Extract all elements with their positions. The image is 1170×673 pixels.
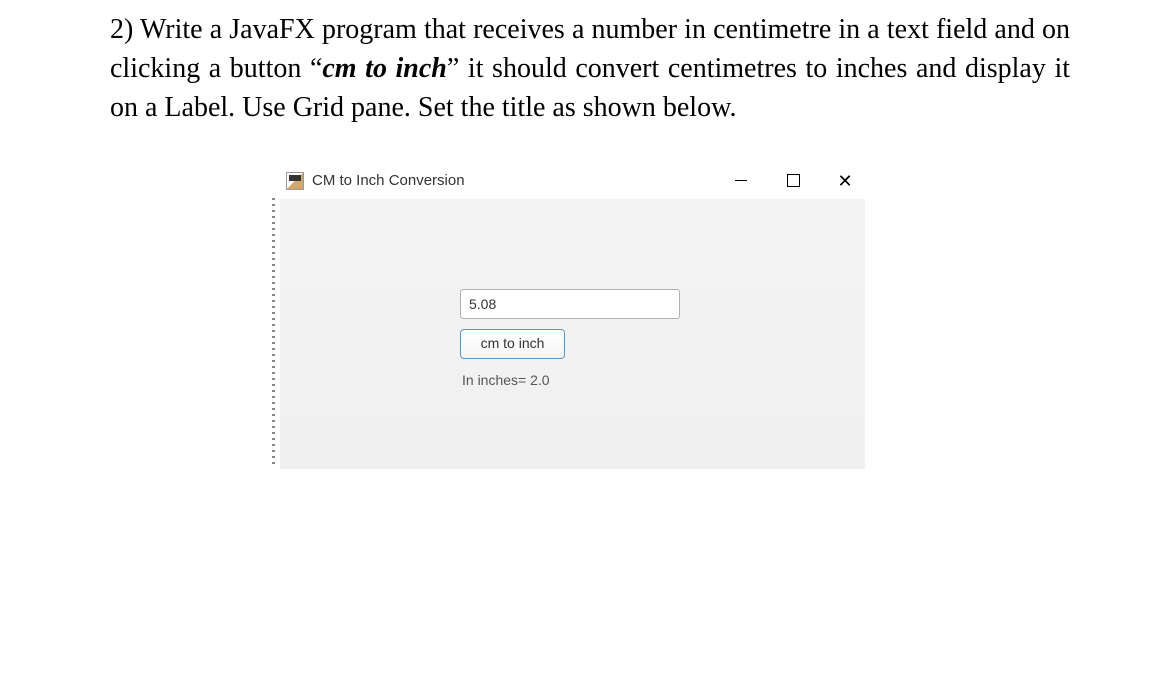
minimize-button[interactable] xyxy=(731,171,751,191)
window-title: CM to Inch Conversion xyxy=(312,170,465,191)
grid-pane: cm to inch In inches= 2.0 xyxy=(460,289,680,391)
maximize-button[interactable] xyxy=(783,171,803,191)
quote-close: ” xyxy=(447,53,459,84)
java-app-icon xyxy=(286,172,304,190)
cm-input[interactable] xyxy=(460,289,680,319)
emphasized-phrase: cm to inch xyxy=(322,53,447,84)
close-button[interactable]: ✕ xyxy=(835,171,855,191)
window-titlebar: CM to Inch Conversion ✕ xyxy=(280,163,865,199)
quote-open: “ xyxy=(310,53,322,84)
titlebar-controls: ✕ xyxy=(731,171,855,191)
result-label: In inches= 2.0 xyxy=(460,369,680,391)
application-window: CM to Inch Conversion ✕ cm to inch In in… xyxy=(280,163,865,469)
convert-button-label: cm to inch xyxy=(481,334,545,354)
window-container: CM to Inch Conversion ✕ cm to inch In in… xyxy=(280,163,865,469)
window-content: cm to inch In inches= 2.0 xyxy=(280,199,865,469)
convert-button[interactable]: cm to inch xyxy=(460,329,565,359)
question-number: 2) xyxy=(110,14,133,45)
ruler-gutter xyxy=(272,198,275,468)
titlebar-left: CM to Inch Conversion xyxy=(286,170,465,191)
question-text: 2) Write a JavaFX program that receives … xyxy=(110,10,1070,128)
